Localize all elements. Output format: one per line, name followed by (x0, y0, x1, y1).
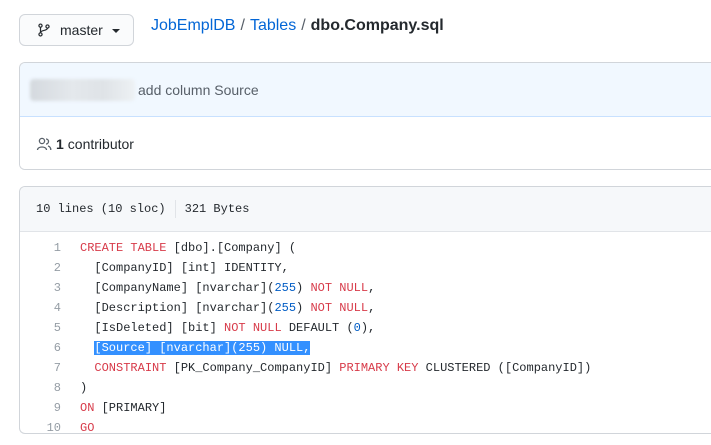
selected-text: [Source] [nvarchar](255) NULL, (94, 341, 311, 355)
sql-keyword: GO (80, 421, 95, 434)
line-content: [Source] [nvarchar](255) NULL, (61, 338, 311, 358)
sql-keyword: NOT NULL (224, 321, 282, 335)
branch-select-button[interactable]: master (19, 14, 134, 46)
contributors-row[interactable]: 1 contributor (20, 117, 711, 169)
file-line-count: 10 lines (10 sloc) (36, 202, 166, 216)
sql-keyword: CREATE TABLE (80, 241, 167, 255)
line-content: CREATE TABLE [dbo].[Company] ( (61, 238, 296, 258)
file-header: 10 lines (10 sloc) 321 Bytes (20, 187, 711, 232)
code-token: , (368, 281, 376, 295)
code-line: 4 [Description] [nvarchar](255) NOT NULL… (20, 298, 711, 318)
line-content: GO (61, 418, 95, 434)
line-number[interactable]: 9 (20, 398, 61, 418)
breadcrumb-file-name: dbo.Company.sql (310, 17, 444, 34)
code-token: [Description] [nvarchar]( (80, 301, 275, 315)
file-size: 321 Bytes (184, 202, 250, 216)
code-token: [dbo].[Company] ( (166, 241, 297, 255)
line-number[interactable]: 3 (20, 278, 61, 298)
code-token: [CompanyID] [int] IDENTITY, (80, 261, 289, 275)
line-number[interactable]: 2 (20, 258, 61, 278)
file-viewer: 10 lines (10 sloc) 321 Bytes 1 CREATE TAB… (19, 186, 711, 434)
sql-keyword: CONSTRAINT (94, 361, 167, 375)
code-token: ), (360, 321, 376, 335)
line-number[interactable]: 8 (20, 378, 61, 398)
code-token: [IsDeleted] [bit] (80, 321, 225, 335)
code-token: ) (296, 281, 311, 295)
line-number[interactable]: 4 (20, 298, 61, 318)
line-content: CONSTRAINT [PK_Company_CompanyID] PRIMAR… (61, 358, 591, 378)
contributor-count: 1 (56, 135, 64, 152)
sql-number: 255 (274, 301, 297, 315)
code-token: ) (80, 381, 88, 395)
line-content: [CompanyID] [int] IDENTITY, (61, 258, 289, 278)
breadcrumb-repo-link[interactable]: JobEmplDB (151, 17, 235, 34)
sql-keyword: PRIMARY KEY (339, 361, 419, 375)
line-number[interactable]: 1 (20, 238, 61, 258)
sql-keyword: NOT NULL (310, 301, 369, 315)
code-token: [PRIMARY] (94, 401, 167, 415)
line-content: ON [PRIMARY] (61, 398, 166, 418)
code-token: [PK_Company_CompanyID] (166, 361, 340, 375)
breadcrumb-separator: / (240, 17, 245, 34)
commit-message-link[interactable]: add column Source (138, 82, 259, 98)
sql-number: 0 (353, 321, 361, 335)
people-icon (36, 137, 52, 150)
code-line: 10 GO (20, 418, 711, 434)
code-token: , (368, 301, 376, 315)
latest-commit-row: add column Source (20, 63, 711, 117)
avatar (30, 78, 135, 101)
sql-number: 255 (274, 281, 297, 295)
line-content: [Description] [nvarchar](255) NOT NULL, (61, 298, 375, 318)
code-line: 9 ON [PRIMARY] (20, 398, 711, 418)
code-view[interactable]: 1 CREATE TABLE [dbo].[Company] (2 [Compan… (20, 232, 711, 434)
code-line: 6 [Source] [nvarchar](255) NULL, (20, 338, 711, 358)
code-line: 8) (20, 378, 711, 398)
breadcrumb: JobEmplDB / Tables / dbo.Company.sql (151, 16, 444, 36)
code-line: 3 [CompanyName] [nvarchar](255) NOT NULL… (20, 278, 711, 298)
sql-keyword: ON (80, 401, 95, 415)
code-token: ) (296, 301, 311, 315)
breadcrumb-separator: / (301, 17, 306, 34)
git-branch-icon (38, 23, 50, 37)
line-content: ) (61, 378, 87, 398)
line-number[interactable]: 6 (20, 338, 61, 358)
breadcrumb-folder-link[interactable]: Tables (250, 17, 296, 34)
header-divider (174, 200, 176, 218)
code-token: [CompanyName] [nvarchar]( (80, 281, 275, 295)
line-number[interactable]: 5 (20, 318, 61, 338)
line-content: [CompanyName] [nvarchar](255) NOT NULL, (61, 278, 375, 298)
code-token: DEFAULT ( (281, 321, 354, 335)
code-token: CLUSTERED ([CompanyID]) (418, 361, 592, 375)
code-line: 7 CONSTRAINT [PK_Company_CompanyID] PRIM… (20, 358, 711, 378)
code-line: 1 CREATE TABLE [dbo].[Company] ( (20, 238, 711, 258)
chevron-down-icon (111, 29, 120, 33)
line-number[interactable]: 10 (20, 418, 61, 433)
line-number[interactable]: 7 (20, 358, 61, 378)
line-content: [IsDeleted] [bit] NOT NULL DEFAULT (0), (61, 318, 375, 338)
code-line: 2 [CompanyID] [int] IDENTITY, (20, 258, 711, 278)
code-line: 5 [IsDeleted] [bit] NOT NULL DEFAULT (0)… (20, 318, 711, 338)
contributor-label: contributor (67, 135, 134, 152)
sql-keyword: NOT NULL (310, 281, 369, 295)
branch-label: master (60, 22, 103, 38)
commit-info-box: add column Source 1 contributor (19, 62, 711, 170)
